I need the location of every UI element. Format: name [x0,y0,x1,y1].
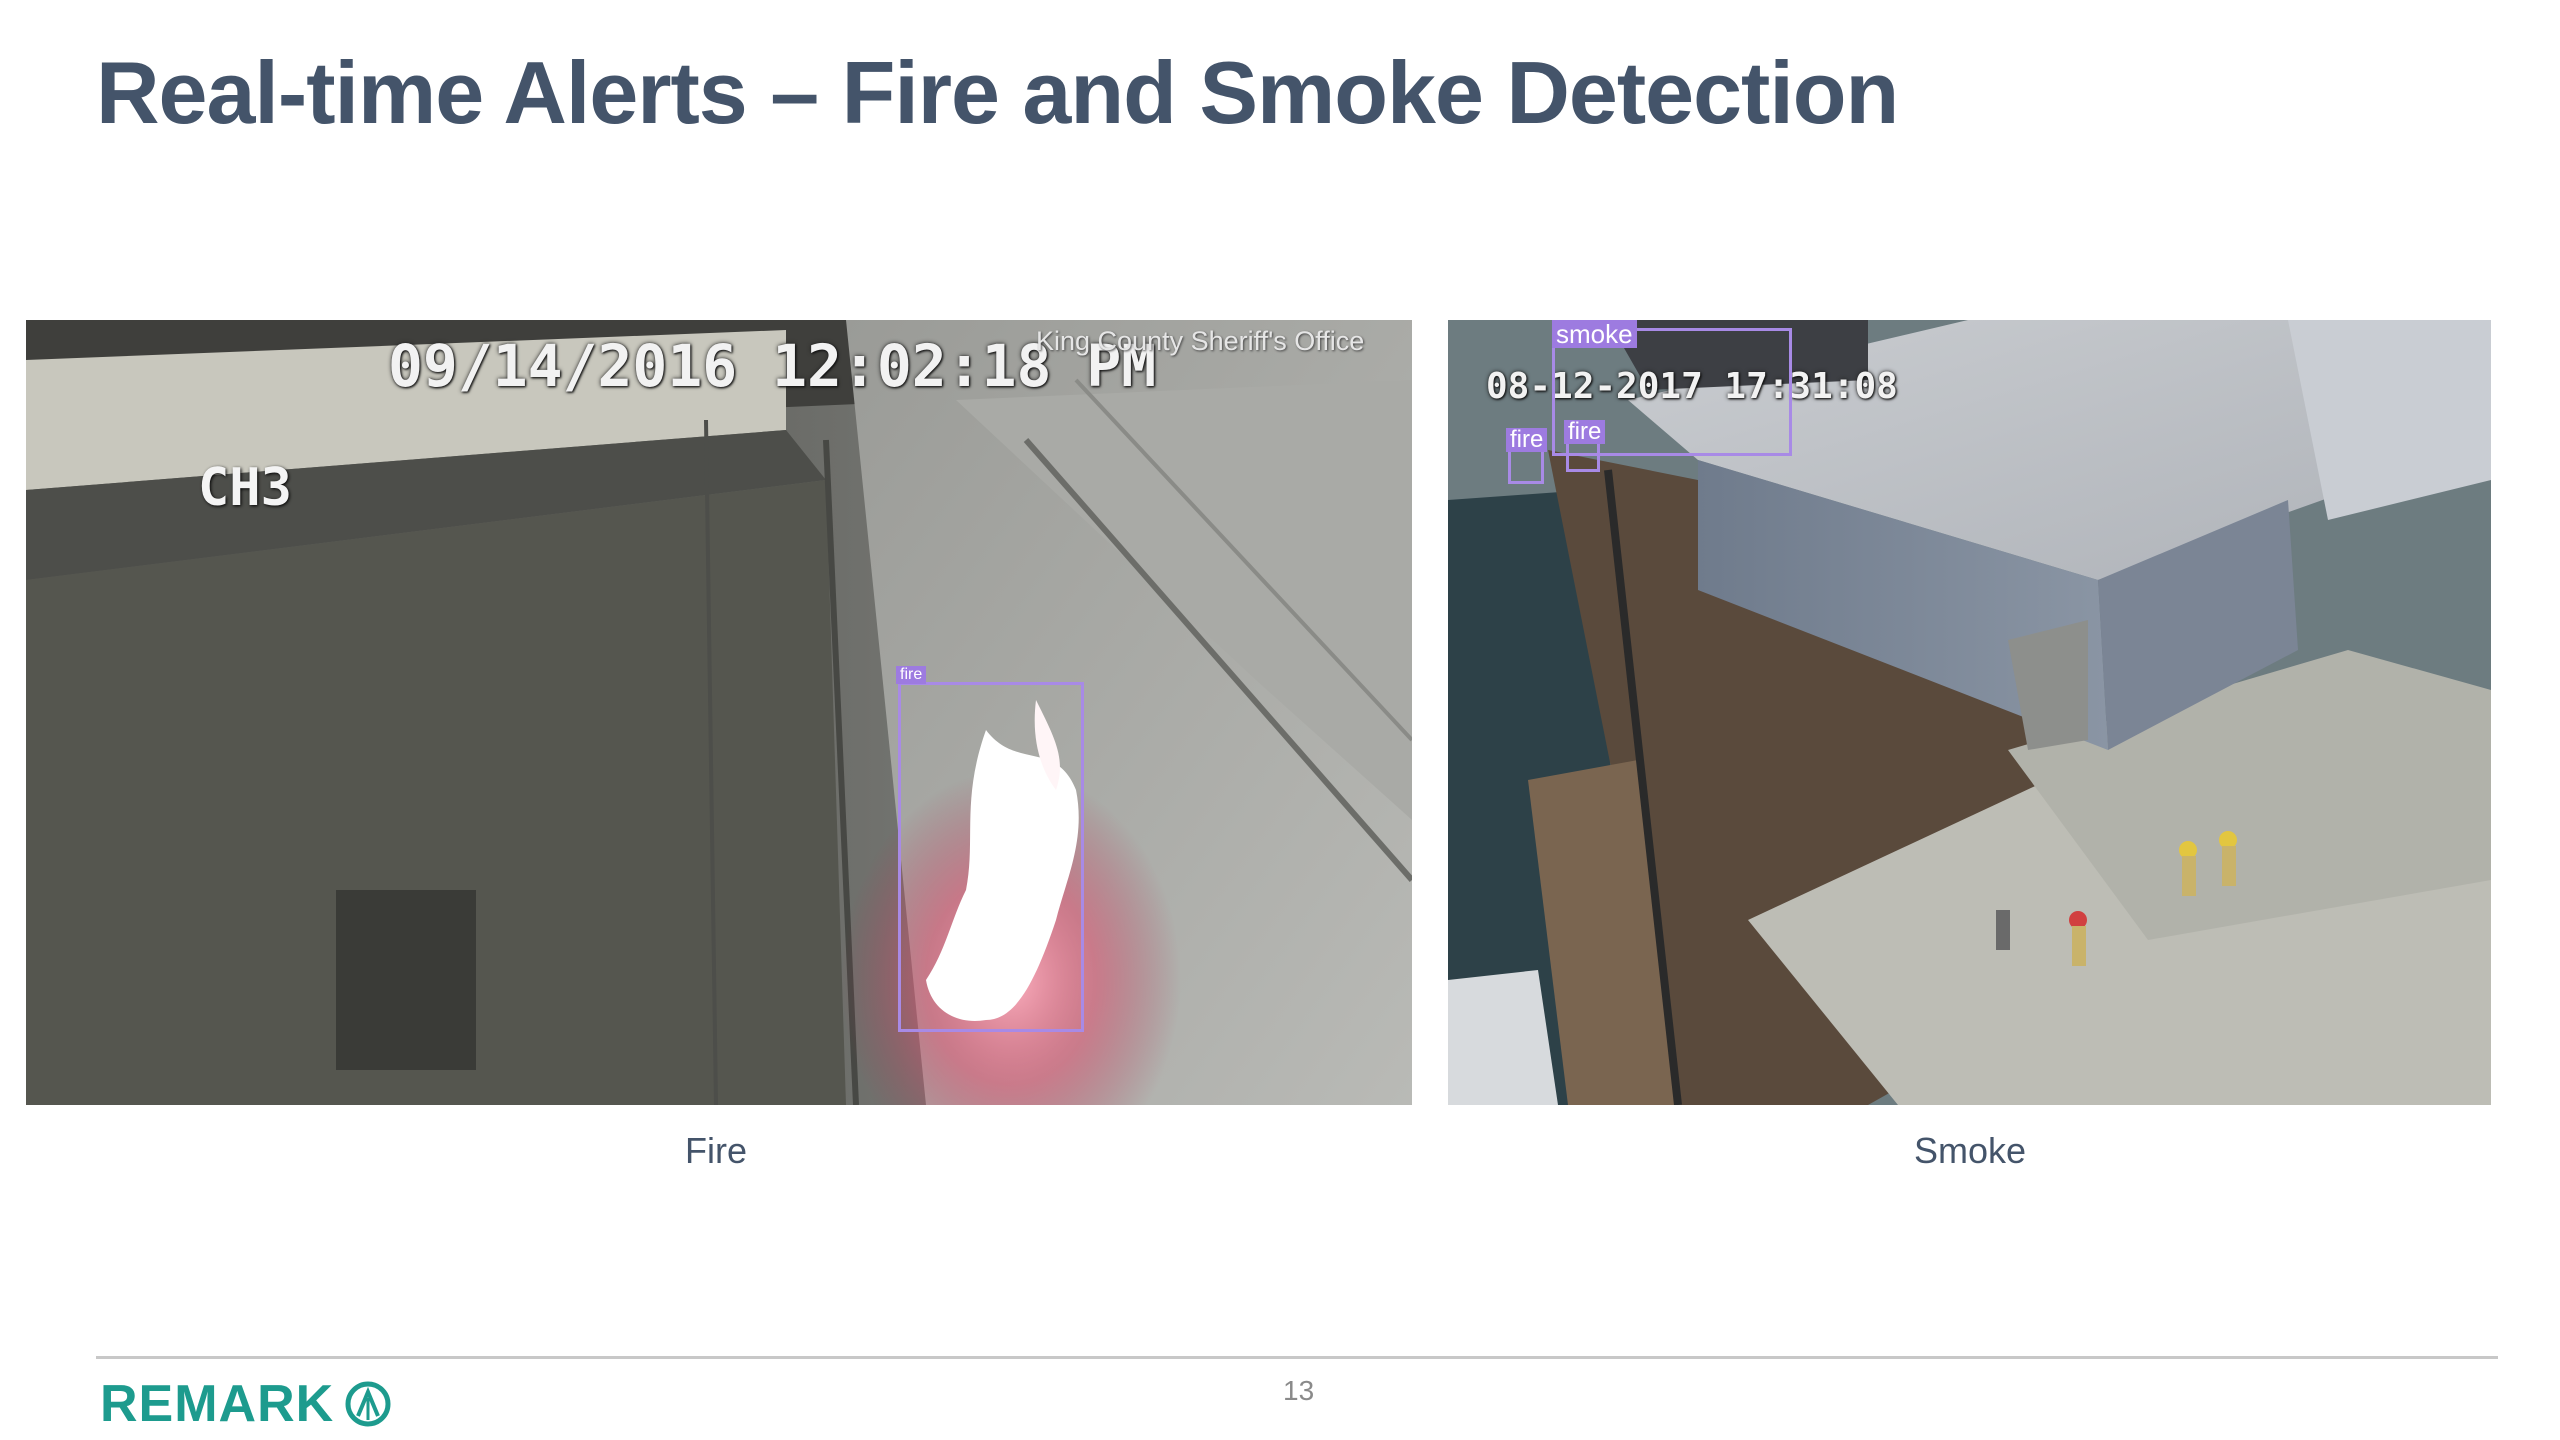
fire-caption: Fire [685,1130,747,1171]
logo-text: REMARK [100,1375,335,1433]
smoke-caption: Smoke [1913,1130,2027,1171]
smoke-detection-tag: smoke [1552,320,1637,348]
fire-scene [26,320,1412,1105]
fire-detection-tag: fire [896,666,927,684]
fire-detection-tag-1: fire [1506,428,1548,452]
fire-detection-box [898,682,1084,1032]
channel-label: CH3 [198,458,292,518]
remark-logo-icon [345,1381,391,1427]
remark-logo: REMARK [100,1374,392,1434]
page-number: 13 [1283,1375,1315,1406]
fire-detection-tag-2: fire [1564,420,1606,444]
fire-camera-image: 09/14/2016 12:02:18 PM CH3 King County S… [26,320,1412,1105]
smoke-camera-image: 08-12-2017 17:31:08 smoke fire fire [1448,320,2491,1105]
slide-title: Real-time Alerts – Fire and Smoke Detect… [96,43,1899,142]
source-label: King County Sheriff's Office [1036,326,1365,356]
footer-divider [96,1356,2498,1359]
